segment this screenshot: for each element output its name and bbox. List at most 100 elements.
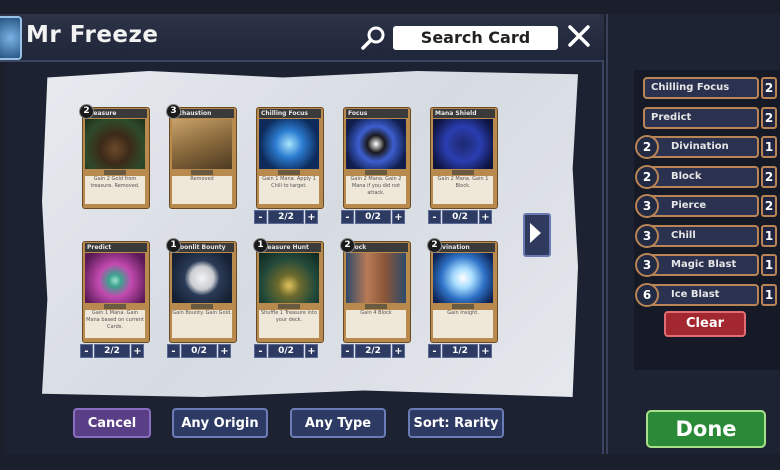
cancel-button[interactable]: Cancel: [73, 408, 151, 438]
decrement-button[interactable]: -: [254, 344, 267, 358]
card-type-bar: [365, 170, 387, 175]
deck-card-count: 2: [761, 195, 777, 217]
decrement-button[interactable]: -: [80, 344, 93, 358]
quantity-value: 2/2: [94, 344, 130, 358]
deck-list-item[interactable]: Chilling Focus 2: [643, 77, 777, 99]
increment-button[interactable]: +: [131, 344, 144, 358]
card-cost-badge: 2: [79, 104, 94, 119]
card-type-bar: [365, 304, 387, 309]
deck-list-item[interactable]: Ice Blast 6 1: [635, 282, 777, 307]
quantity-value: 0/2: [442, 210, 478, 224]
card-description: Gain 2 Mana. Gain 1 Block.: [433, 176, 493, 204]
increment-button[interactable]: +: [392, 210, 405, 224]
type-filter-button[interactable]: Any Type: [290, 408, 386, 438]
card-type-bar: [278, 304, 300, 309]
increment-button[interactable]: +: [218, 344, 231, 358]
origin-filter-button[interactable]: Any Origin: [172, 408, 268, 438]
increment-button[interactable]: +: [479, 210, 492, 224]
next-page-button[interactable]: [523, 213, 551, 257]
hero-portrait-icon: [0, 16, 22, 60]
deck-card-name: Pierce: [643, 195, 759, 217]
deck-list-item[interactable]: Pierce 3 2: [635, 194, 777, 218]
card-description: Shuffle 1 Treasure into your deck.: [259, 310, 319, 338]
deck-list-item[interactable]: Predict 2: [643, 106, 777, 129]
deck-card-count: 1: [761, 283, 777, 306]
decrement-button[interactable]: -: [254, 210, 267, 224]
search-icon[interactable]: [360, 24, 388, 52]
card-cost-badge: 3: [166, 104, 181, 119]
deck-card-name: Magic Blast: [643, 254, 759, 276]
quantity-value: 0/2: [355, 210, 391, 224]
card[interactable]: Moonlit Bounty Gain Bounty. Gain Gold. 1: [166, 238, 237, 343]
card[interactable]: Mana Shield Gain 2 Mana. Gain 1 Block.: [430, 107, 498, 209]
card[interactable]: Divination Gain Insight. 2: [427, 238, 498, 343]
deck-card-name: Chilling Focus: [643, 77, 759, 99]
decrement-button[interactable]: -: [341, 344, 354, 358]
deck-card-name: Chill: [643, 224, 759, 247]
card[interactable]: Chilling Focus Gain 1 Mana. Apply 1 Chill…: [256, 107, 324, 209]
card-art: [259, 119, 319, 169]
card[interactable]: Focus Gain 2 Mana. Gain 2 Mana if you did…: [343, 107, 411, 209]
search-input[interactable]: Search Card: [393, 26, 558, 50]
card-art: [259, 253, 319, 303]
card-cost-badge: 1: [253, 238, 268, 253]
increment-button[interactable]: +: [305, 210, 318, 224]
done-button[interactable]: Done: [646, 410, 766, 448]
card-description: Gain Insight.: [433, 310, 493, 338]
decrement-button[interactable]: -: [167, 344, 180, 358]
card[interactable]: Exhaustion Removed 3: [166, 104, 237, 209]
deck-list-item[interactable]: Divination 2 1: [635, 135, 777, 159]
card[interactable]: Treasure Gain 2 Gold from treasure. Remov…: [79, 104, 150, 209]
quantity-value: 1/2: [442, 344, 478, 358]
card-art: [433, 253, 493, 303]
card-description: Removed: [172, 176, 232, 204]
card-title: Moonlit Bounty: [172, 243, 234, 252]
card-art: [172, 119, 232, 169]
increment-button[interactable]: +: [479, 344, 492, 358]
card-title: Divination: [433, 243, 495, 252]
card[interactable]: Block Gain 4 Block 2: [340, 238, 411, 343]
decrement-button[interactable]: -: [341, 210, 354, 224]
deck-list-item[interactable]: Block 2 2: [635, 164, 777, 189]
card[interactable]: Predict Gain 1 Mana. Gain Mana based on c…: [82, 241, 150, 343]
deck-card-cost: 3: [635, 223, 659, 248]
deck-card-count: 1: [761, 254, 777, 276]
deck-card-name: Predict: [643, 106, 759, 129]
page-title: Mr Freeze: [26, 22, 159, 48]
card-type-bar: [191, 304, 213, 309]
decrement-button[interactable]: -: [428, 210, 441, 224]
card-type-bar: [191, 170, 213, 175]
card-title: Treasure: [85, 109, 147, 118]
deck-card-count: 2: [761, 165, 777, 188]
card[interactable]: Treasure Hunt Shuffle 1 Treasure into you…: [253, 238, 324, 343]
card-title: Treasure Hunt: [259, 243, 321, 252]
clear-button[interactable]: Clear: [664, 311, 746, 337]
close-icon[interactable]: [566, 23, 592, 49]
increment-button[interactable]: +: [305, 344, 318, 358]
card-title: Predict: [85, 243, 147, 252]
card-description: Gain Bounty. Gain Gold.: [172, 310, 232, 338]
card-title: Exhaustion: [172, 109, 234, 118]
deck-card-cost: 2: [635, 164, 659, 189]
card-title: Focus: [346, 109, 408, 118]
card-art: [433, 119, 493, 169]
deck-card-cost: 3: [635, 194, 659, 218]
decrement-button[interactable]: -: [428, 344, 441, 358]
deck-list-item[interactable]: Chill 3 1: [635, 223, 777, 248]
sort-button[interactable]: Sort: Rarity: [408, 408, 504, 438]
card-description: Gain 4 Block: [346, 310, 406, 338]
card-cost-badge: 2: [340, 238, 355, 253]
card-type-bar: [104, 304, 126, 309]
card-type-bar: [452, 304, 474, 309]
deck-card-count: 2: [761, 77, 777, 99]
card-art: [346, 253, 406, 303]
card-type-bar: [104, 170, 126, 175]
card-art: [172, 253, 232, 303]
increment-button[interactable]: +: [392, 344, 405, 358]
deck-card-count: 2: [761, 106, 777, 129]
deck-list-item[interactable]: Magic Blast 3 1: [635, 253, 777, 277]
deck-card-cost: 2: [635, 135, 659, 159]
card-description: Gain 1 Mana. Gain Mana based on current …: [85, 310, 145, 338]
deck-card-name: Divination: [643, 136, 759, 158]
card-title: Block: [346, 243, 408, 252]
